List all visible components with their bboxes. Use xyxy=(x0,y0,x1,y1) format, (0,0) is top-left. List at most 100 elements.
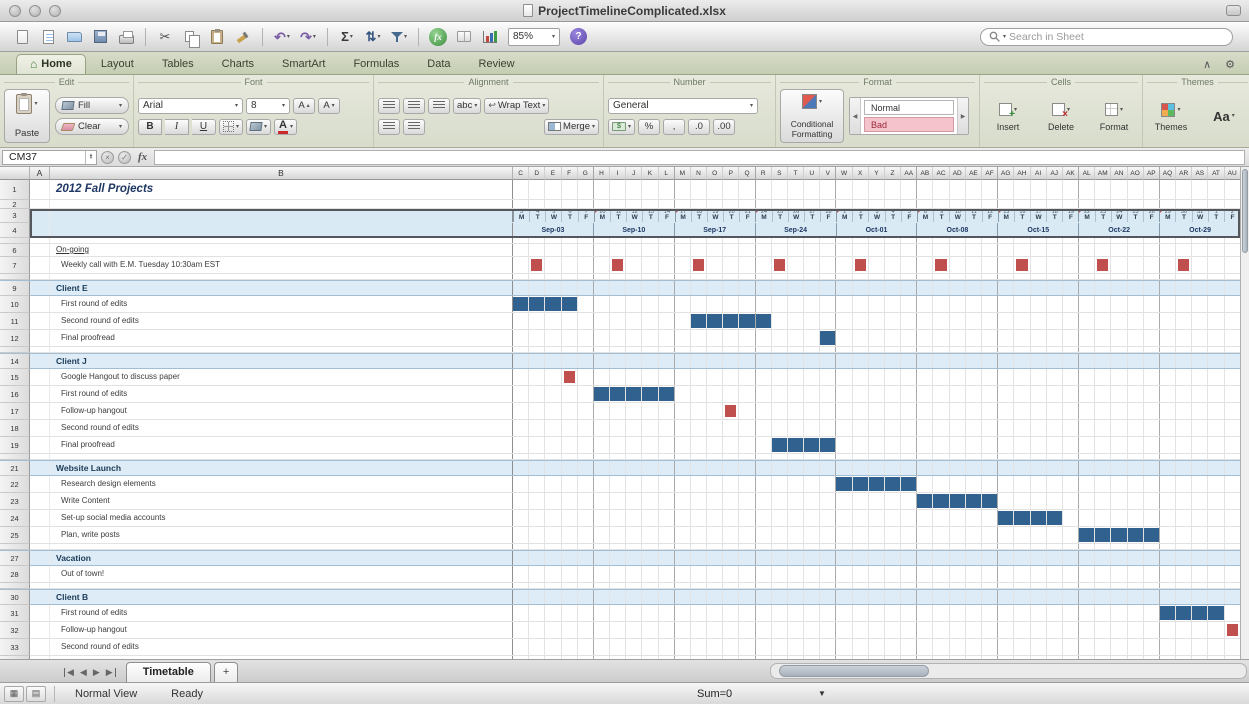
grid-cell[interactable] xyxy=(771,454,787,459)
grid-cell[interactable] xyxy=(1191,244,1207,256)
grid-cell[interactable] xyxy=(1127,180,1143,199)
grid-cell[interactable] xyxy=(513,583,528,588)
grid-cell[interactable] xyxy=(1078,420,1094,436)
grid-cell[interactable] xyxy=(722,461,738,475)
grid-cell[interactable] xyxy=(1175,510,1191,526)
grid-cell[interactable] xyxy=(1094,238,1110,243)
grid-cell[interactable] xyxy=(965,347,981,352)
grid-cell[interactable] xyxy=(722,238,738,243)
grid-cell[interactable] xyxy=(835,605,851,621)
grid-cell[interactable] xyxy=(819,347,835,352)
column-header-I[interactable]: I xyxy=(609,167,625,180)
grid-cell[interactable] xyxy=(1127,244,1143,256)
grid-cell[interactable] xyxy=(1224,639,1240,655)
grid-cell[interactable] xyxy=(949,386,965,402)
last-sheet-button[interactable]: ▶ xyxy=(106,668,116,677)
grid-cell[interactable] xyxy=(738,566,754,582)
grid-cell[interactable] xyxy=(1094,461,1110,475)
cell-col-b[interactable]: First round of edits xyxy=(50,386,513,402)
grid-cell[interactable] xyxy=(803,369,819,385)
grid-cell[interactable] xyxy=(544,544,560,549)
grid-cell[interactable] xyxy=(949,461,965,475)
cell-col-a[interactable] xyxy=(30,493,50,509)
grid-cell[interactable] xyxy=(1030,244,1046,256)
grid-cell[interactable] xyxy=(819,622,835,638)
grid-cell[interactable] xyxy=(609,200,625,208)
grid-cell[interactable] xyxy=(1175,281,1191,295)
grid-cell[interactable] xyxy=(1127,590,1143,604)
grid-cell[interactable] xyxy=(738,454,754,459)
grid-cell[interactable] xyxy=(593,244,609,256)
grid-cell[interactable] xyxy=(609,281,625,295)
grid-cell[interactable] xyxy=(738,330,754,346)
grid-cell[interactable] xyxy=(577,605,593,621)
grid-cell[interactable] xyxy=(1127,238,1143,243)
grid-cell[interactable] xyxy=(577,454,593,459)
grid-cell[interactable] xyxy=(1078,296,1094,312)
grid-cell[interactable] xyxy=(819,605,835,621)
grid-cell[interactable] xyxy=(561,590,577,604)
grid-cell[interactable] xyxy=(706,180,722,199)
zoom-window-button[interactable] xyxy=(49,5,61,17)
grid-cell[interactable] xyxy=(1207,386,1223,402)
grid-cell[interactable] xyxy=(641,510,657,526)
grid-cell[interactable] xyxy=(884,180,900,199)
grid-cell[interactable] xyxy=(997,566,1013,582)
grid-cell[interactable] xyxy=(1175,437,1191,453)
grid-cell[interactable] xyxy=(641,544,657,549)
grid-cell[interactable] xyxy=(787,180,803,199)
grid-cell[interactable] xyxy=(1159,639,1175,655)
grid-cell[interactable] xyxy=(1078,493,1094,509)
grid-cell[interactable] xyxy=(706,461,722,475)
grid-cell[interactable] xyxy=(949,583,965,588)
grid-cell[interactable] xyxy=(997,583,1013,588)
grid-cell[interactable] xyxy=(900,238,916,243)
grid-cell[interactable] xyxy=(593,420,609,436)
grid-cell[interactable] xyxy=(593,527,609,543)
increase-decimal-button[interactable]: .00 xyxy=(713,119,735,135)
grid-cell[interactable] xyxy=(900,420,916,436)
grid-cell[interactable] xyxy=(593,257,609,273)
grid-cell[interactable] xyxy=(738,238,754,243)
grid-cell[interactable] xyxy=(900,527,916,543)
grid-cell[interactable] xyxy=(513,420,528,436)
grid-cell[interactable] xyxy=(738,510,754,526)
grid-cell[interactable] xyxy=(1078,330,1094,346)
row-header[interactable]: 30 xyxy=(0,590,30,605)
grid-cell[interactable] xyxy=(1143,454,1159,459)
grid-cell[interactable] xyxy=(690,510,706,526)
grid-cell[interactable] xyxy=(1078,281,1094,295)
grid-cell[interactable] xyxy=(1030,313,1046,329)
grid-cell[interactable] xyxy=(819,493,835,509)
grid-cell[interactable] xyxy=(738,347,754,352)
grid-cell[interactable] xyxy=(1030,296,1046,312)
grid-cell[interactable] xyxy=(1143,544,1159,549)
grid-cell[interactable] xyxy=(755,583,771,588)
grid-cell[interactable] xyxy=(1062,313,1078,329)
grid-cell[interactable] xyxy=(528,544,544,549)
grid-cell[interactable] xyxy=(949,313,965,329)
column-header-O[interactable]: O xyxy=(706,167,722,180)
grid-cell[interactable] xyxy=(577,347,593,352)
grid-cell[interactable] xyxy=(1046,583,1062,588)
grid-cell[interactable] xyxy=(771,461,787,475)
cell-col-b[interactable]: On-going xyxy=(50,244,513,256)
grid-cell[interactable] xyxy=(658,605,674,621)
grid-cell[interactable] xyxy=(1062,493,1078,509)
grid-cell[interactable] xyxy=(868,386,884,402)
grid-cell[interactable] xyxy=(641,403,657,419)
cell-col-a[interactable] xyxy=(30,566,50,582)
horizontal-scrollbar[interactable] xyxy=(770,663,1247,679)
grid-cell[interactable] xyxy=(674,461,690,475)
grid-cell[interactable] xyxy=(658,347,674,352)
day-header-cell[interactable]: 12W xyxy=(626,209,642,222)
grid-cell[interactable] xyxy=(755,330,771,346)
grid-cell[interactable] xyxy=(932,200,948,208)
grid-cell[interactable] xyxy=(1143,403,1159,419)
grid-cell[interactable] xyxy=(544,566,560,582)
grid-cell[interactable] xyxy=(932,180,948,199)
grid-cell[interactable] xyxy=(981,639,997,655)
column-header-Y[interactable]: Y xyxy=(868,167,884,180)
grid-cell[interactable] xyxy=(868,420,884,436)
grid-cell[interactable] xyxy=(722,590,738,604)
